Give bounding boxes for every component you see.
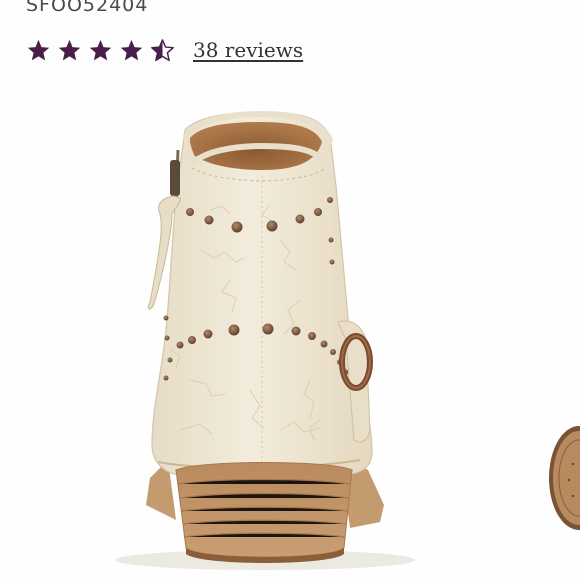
product-page: SFOO52404 38 reviews	[0, 0, 580, 580]
star-icon	[120, 39, 143, 60]
star-icon	[58, 39, 81, 60]
product-image[interactable]	[0, 90, 580, 580]
product-sku: SFOO52404	[26, 0, 149, 16]
star-icon	[89, 39, 112, 60]
star-icon	[27, 39, 50, 60]
next-image-thumbnail[interactable]	[543, 424, 580, 532]
reviews-link[interactable]: 38 reviews	[193, 38, 303, 62]
rating-row: 38 reviews	[26, 35, 303, 65]
boot-illustration	[115, 110, 415, 570]
star-half-icon	[151, 38, 174, 61]
star-rating[interactable]	[26, 38, 175, 63]
thumbnail-sole-image	[549, 426, 580, 530]
